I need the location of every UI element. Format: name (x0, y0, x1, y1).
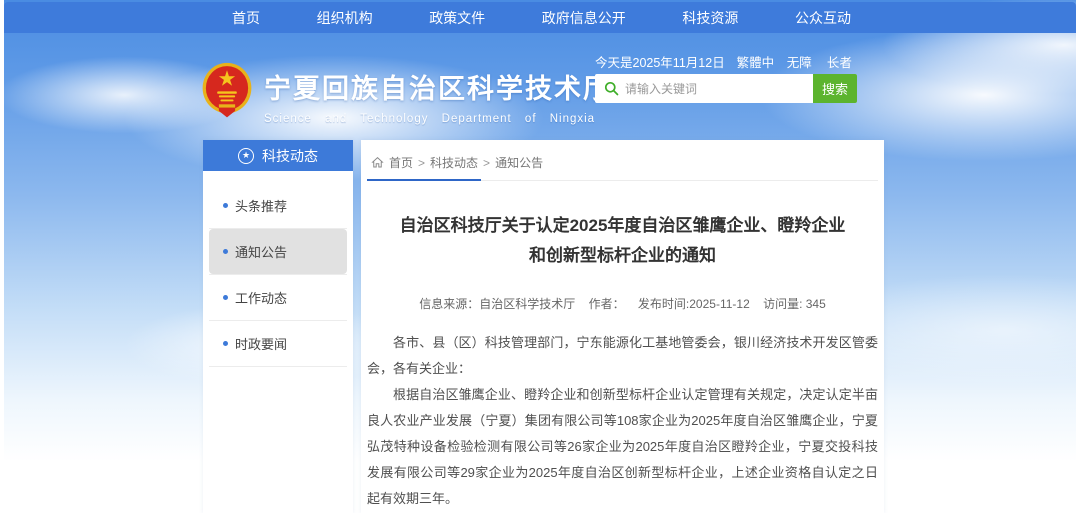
breadcrumb-separator: > (418, 156, 425, 170)
sidebar-item-current-politics: 时政要闻 (209, 321, 347, 367)
page: 首页 组织机构 政策文件 政府信息公开 科技资源 公众互动 宁夏回族自治区科学技… (0, 0, 1080, 513)
main-panel: 首页 > 科技动态 > 通知公告 自治区科技厅关于认定2025年度自治区雏鹰企业… (361, 140, 884, 513)
breadcrumb-home[interactable]: 首页 (389, 154, 413, 171)
national-emblem-logo (201, 62, 253, 119)
meta-author: 作者： (589, 297, 625, 311)
home-icon (371, 156, 384, 169)
article-paragraph: 各市、县（区）科技管理部门，宁东能源化工基地管委会，银川经济技术开发区管委会，各… (367, 330, 878, 382)
sidebar-item-work-trends: 工作动态 (209, 275, 347, 321)
sidebar-item-work-trends-link[interactable]: 工作动态 (209, 275, 347, 320)
search-button[interactable]: 搜索 (813, 74, 857, 103)
bullet-dot-icon (223, 341, 228, 346)
sidebar-item-notices: 通知公告 (209, 229, 347, 275)
search-icon (604, 81, 619, 96)
content-area: ★ 科技动态 头条推荐 通知公告 (203, 140, 884, 513)
breadcrumb-separator: > (483, 156, 490, 170)
site-subtitle-en: Science and Technology Department of Nin… (264, 113, 612, 125)
bullet-dot-icon (223, 295, 228, 300)
article-paragraph: 根据自治区雏鹰企业、瞪羚企业和创新型标杆企业认定管理有关规定，决定认定半亩良人农… (367, 382, 878, 512)
sidebar-item-current-politics-link[interactable]: 时政要闻 (209, 321, 347, 366)
article-meta: 信息来源：自治区科学技术厅 作者： 发布时间:2025-11-12 访问量: 3… (367, 295, 878, 312)
breadcrumb-tech-news[interactable]: 科技动态 (430, 154, 478, 171)
sidebar-item-notices-link[interactable]: 通知公告 (209, 229, 347, 274)
nav-item-resources[interactable]: 科技资源 (682, 8, 738, 28)
sidebar-item-label: 工作动态 (235, 288, 287, 307)
breadcrumb-divider (367, 179, 878, 181)
article-title-line2: 和创新型标杆企业的通知 (529, 246, 716, 265)
search-input[interactable] (625, 74, 813, 103)
article-title-line1: 自治区科技厅关于认定2025年度自治区雏鹰企业、瞪羚企业 (400, 216, 846, 235)
sidebar-item-headlines-link[interactable]: 头条推荐 (209, 183, 347, 228)
breadcrumb-notices[interactable]: 通知公告 (495, 154, 543, 171)
site-title-block: 宁夏回族自治区科学技术厅 Science and Technology Depa… (264, 67, 612, 125)
nav-item-interaction[interactable]: 公众互动 (795, 8, 851, 28)
meta-visits: 访问量: 345 (763, 297, 826, 311)
top-navigation: 首页 组织机构 政策文件 政府信息公开 科技资源 公众互动 (4, 2, 1076, 33)
meta-publish-time: 发布时间:2025-11-12 (638, 297, 750, 311)
nav-item-policy[interactable]: 政策文件 (429, 8, 485, 28)
sidebar-item-headlines: 头条推荐 (209, 183, 347, 229)
article-body: 各市、县（区）科技管理部门，宁东能源化工基地管委会，银川经济技术开发区管委会，各… (367, 330, 878, 512)
search-bar: 搜索 (595, 74, 857, 103)
meta-source: 信息来源：自治区科学技术厅 (419, 297, 575, 311)
sidebar: ★ 科技动态 头条推荐 通知公告 (203, 140, 353, 513)
sidebar-item-label: 时政要闻 (235, 334, 287, 353)
sidebar-header: ★ 科技动态 (203, 140, 353, 171)
sidebar-title: 科技动态 (262, 146, 318, 166)
article-title: 自治区科技厅关于认定2025年度自治区雏鹰企业、瞪羚企业 和创新型标杆企业的通知 (367, 211, 878, 271)
nav-item-gov-info[interactable]: 政府信息公开 (542, 8, 626, 28)
bullet-dot-icon (223, 203, 228, 208)
breadcrumb-divider-accent (367, 179, 481, 181)
breadcrumb: 首页 > 科技动态 > 通知公告 (367, 148, 878, 179)
nav-item-home[interactable]: 首页 (232, 8, 260, 28)
site-title: 宁夏回族自治区科学技术厅 (264, 67, 612, 106)
star-circle-icon: ★ (238, 148, 254, 164)
bullet-dot-icon (223, 249, 228, 254)
nav-item-organization[interactable]: 组织机构 (317, 8, 373, 28)
sidebar-item-label: 头条推荐 (235, 196, 287, 215)
sidebar-item-label: 通知公告 (235, 242, 287, 261)
